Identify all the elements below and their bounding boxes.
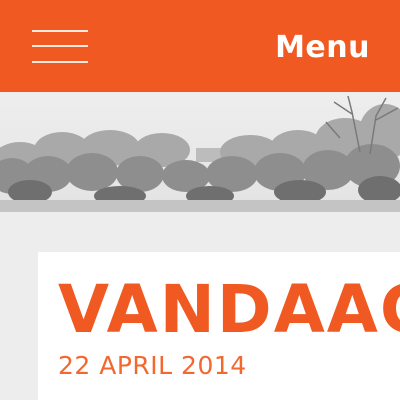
top-header-bar: Menu [0, 0, 400, 92]
hamburger-bar [32, 61, 88, 63]
tree-line-photo [0, 92, 400, 212]
hamburger-bar [32, 30, 88, 32]
menu-button[interactable]: Menu [275, 28, 370, 68]
card-title: VANDAAG [58, 271, 400, 348]
hamburger-bar [32, 45, 88, 47]
today-card: VANDAAG 22 APRIL 2014 [38, 252, 400, 400]
hamburger-icon[interactable] [32, 30, 90, 64]
hero-image [0, 92, 400, 212]
card-date: 22 APRIL 2014 [58, 351, 247, 380]
app-page: Menu VANDAAG 22 APRIL 2014 [0, 0, 400, 400]
